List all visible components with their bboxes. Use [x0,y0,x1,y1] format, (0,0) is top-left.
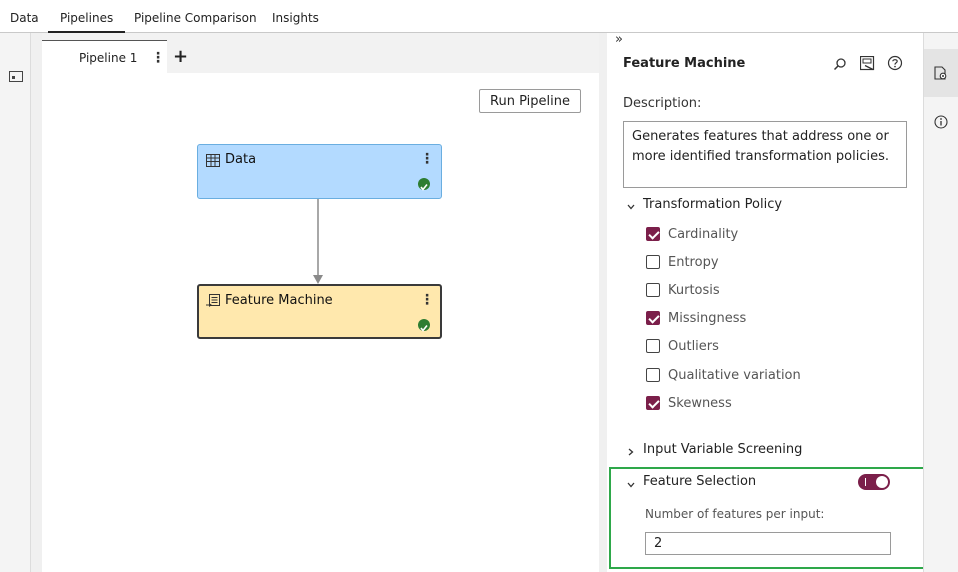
top-tab-bar: Data Pipelines Pipeline Comparison Insig… [0,0,958,33]
qualitative-variation-label: Qualitative variation [668,368,801,383]
feature-selection-toggle[interactable] [858,474,890,490]
data-node[interactable]: Data ⋮ [197,144,442,199]
export-icon[interactable] [859,55,875,75]
feature-machine-node[interactable]: Feature Machine ⋮ [197,284,442,339]
feature-machine-more-icon[interactable]: ⋮ [420,293,434,307]
cardinality-label: Cardinality [668,227,739,242]
right-rail [923,33,958,572]
missingness-label: Missingness [668,311,747,326]
left-toolbar [0,33,31,572]
add-pipeline-button[interactable]: + [173,46,188,67]
success-check-icon [418,178,430,191]
tab-insights[interactable]: Insights [272,0,319,33]
description-label: Description: [623,96,702,111]
data-node-more-icon[interactable]: ⋮ [420,152,434,166]
missingness-checkbox[interactable] [646,311,660,325]
properties-panel: » Feature Machine Description: Generates… [607,32,926,572]
feature-machine-node-label: Feature Machine [225,293,333,308]
search-icon[interactable] [833,56,847,75]
run-pipeline-button[interactable]: Run Pipeline [479,89,581,113]
kurtosis-checkbox[interactable] [646,283,660,297]
description-field[interactable]: Generates features that address one or m… [623,121,907,188]
cardinality-checkbox[interactable] [646,227,660,241]
collapse-panel-icon[interactable]: » [615,32,623,47]
outliers-label: Outliers [668,339,719,354]
tab-pipelines[interactable]: Pipelines [48,0,126,33]
panel-gutter [599,33,607,572]
data-node-label: Data [225,152,257,167]
info-icon[interactable] [934,114,948,133]
properties-icon [934,66,948,85]
chevron-down-icon[interactable] [626,197,636,216]
qualitative-variation-checkbox[interactable] [646,368,660,382]
pipeline-tab-label: Pipeline 1 [79,51,138,65]
skewness-checkbox[interactable] [646,396,660,410]
success-check-icon [418,319,430,332]
entropy-checkbox[interactable] [646,255,660,269]
help-icon[interactable] [887,55,903,75]
features-per-input-label: Number of features per input: [645,507,825,521]
feature-machine-icon [206,293,220,312]
transformation-policy-header[interactable]: Transformation Policy [643,197,782,212]
kurtosis-label: Kurtosis [668,283,720,298]
features-per-input-field[interactable] [645,532,891,555]
pipeline-more-icon[interactable]: ⋮ [151,50,165,66]
input-variable-screening-header[interactable]: Input Variable Screening [643,442,802,457]
table-icon [206,153,220,172]
chevron-right-icon[interactable] [626,442,636,461]
panel-toggle-icon[interactable] [9,68,23,87]
node-connector [313,198,323,284]
left-gutter [31,33,42,572]
feature-selection-header[interactable]: Feature Selection [643,474,756,489]
pipeline-tab[interactable]: Pipeline 1 [42,40,167,73]
panel-title: Feature Machine [623,56,746,71]
chevron-down-icon[interactable] [626,475,636,494]
properties-rail-tab[interactable] [924,49,958,97]
tab-pipeline-comparison[interactable]: Pipeline Comparison [134,0,257,33]
outliers-checkbox[interactable] [646,339,660,353]
tab-data[interactable]: Data [10,0,39,33]
entropy-label: Entropy [668,255,719,270]
skewness-label: Skewness [668,396,732,411]
